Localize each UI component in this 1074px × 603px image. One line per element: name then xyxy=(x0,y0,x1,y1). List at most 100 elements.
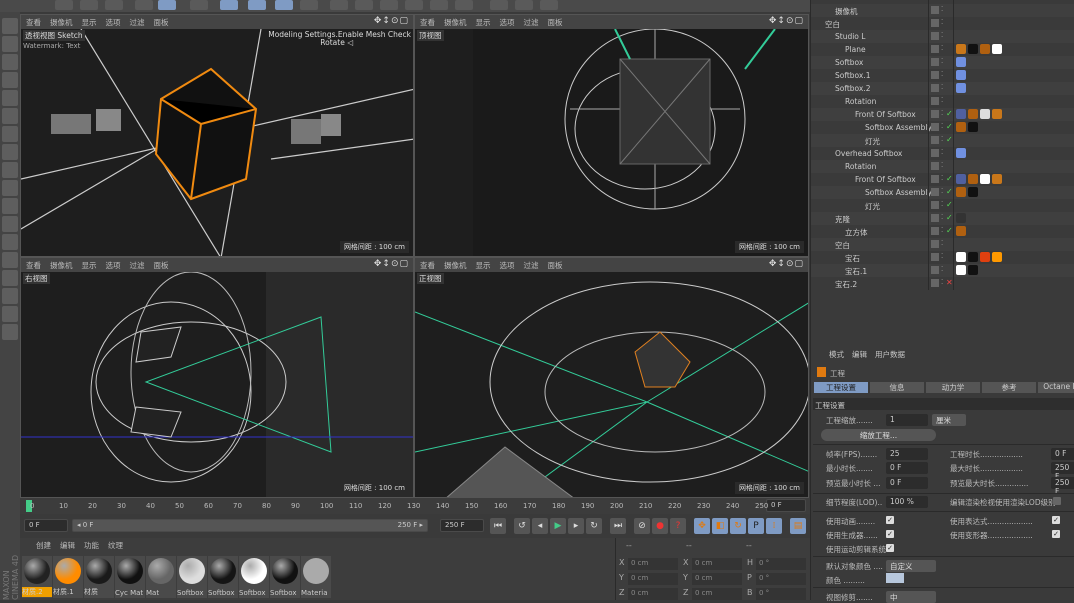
viewport-menu-item[interactable]: 选项 xyxy=(106,260,121,271)
coord-field[interactable]: 0 cm xyxy=(692,558,742,570)
color-swatch[interactable] xyxy=(886,573,904,583)
use-motion-checkbox[interactable]: ✓ xyxy=(886,544,894,552)
toolbar-button[interactable] xyxy=(135,0,153,10)
tag-icon[interactable] xyxy=(968,174,978,184)
tool-button[interactable] xyxy=(2,108,18,124)
toolbar-button[interactable] xyxy=(540,0,558,10)
material-swatch[interactable]: 材质.2 xyxy=(22,556,52,598)
tag-icon[interactable] xyxy=(968,109,978,119)
use-generators-checkbox[interactable]: ✓ xyxy=(886,530,894,538)
layer-toggle[interactable] xyxy=(931,214,939,222)
viewport-menu-item[interactable]: 过滤 xyxy=(524,260,539,271)
tool-button[interactable] xyxy=(2,162,18,178)
enabled-check-icon[interactable]: ✓ xyxy=(946,187,953,196)
toolbar-button[interactable] xyxy=(380,0,398,10)
layer-toggle[interactable] xyxy=(931,279,939,287)
viewport-perspective[interactable]: 查看 摄像机 显示 选项 过滤 面板 ✥↕⊙▢ 透视视图 Sketch Watermark:… xyxy=(20,14,414,257)
tag-icon[interactable] xyxy=(956,57,966,67)
viewport-menu-item[interactable]: 选项 xyxy=(500,260,515,271)
layer-toggle[interactable] xyxy=(931,136,939,144)
layer-toggle[interactable] xyxy=(931,123,939,131)
layer-toggle[interactable] xyxy=(931,266,939,274)
current-frame-field[interactable]: 0 F xyxy=(766,499,806,512)
tool-button[interactable] xyxy=(2,324,18,340)
visibility-dots[interactable]: ⁚ xyxy=(941,96,943,104)
layer-toggle[interactable] xyxy=(931,253,939,261)
coord-field[interactable]: 0 ° xyxy=(756,573,806,585)
layer-toggle[interactable] xyxy=(931,97,939,105)
layer-toggle[interactable] xyxy=(931,240,939,248)
object-row[interactable]: Rotation ⁚ xyxy=(811,160,1074,173)
layer-toggle[interactable] xyxy=(931,110,939,118)
prev-frame-icon[interactable]: ◂ xyxy=(532,518,548,534)
tag-icon[interactable] xyxy=(968,122,978,132)
tool-button[interactable] xyxy=(2,54,18,70)
tool-button[interactable] xyxy=(2,144,18,160)
visibility-dots[interactable]: ⁚ xyxy=(941,57,943,65)
enabled-check-icon[interactable]: ✓ xyxy=(946,226,953,235)
toolbar-button[interactable] xyxy=(80,0,98,10)
layer-toggle[interactable] xyxy=(931,84,939,92)
next-frame-icon[interactable]: ▸ xyxy=(568,518,584,534)
toolbar-button[interactable] xyxy=(105,0,123,10)
visibility-dots[interactable]: ⁚ xyxy=(941,122,943,130)
tag-icon[interactable] xyxy=(992,109,1002,119)
object-row[interactable]: Overhead Softbox ⁚ xyxy=(811,147,1074,160)
tag-icon[interactable] xyxy=(956,44,966,54)
tool-button[interactable] xyxy=(2,252,18,268)
next-key-icon[interactable]: ↻ xyxy=(586,518,602,534)
viewport-menu-item[interactable]: 查看 xyxy=(26,17,41,28)
object-row[interactable]: Softbox Assembly ⁚ ✓ xyxy=(811,186,1074,199)
material-swatch[interactable]: Cyc Mat xyxy=(115,556,145,598)
object-row[interactable]: 灯光 ⁚ ✓ xyxy=(811,199,1074,212)
viewport-menu-item[interactable]: 面板 xyxy=(548,17,563,28)
material-swatch[interactable]: Softbox xyxy=(270,556,300,598)
viewport-right[interactable]: 查看 摄像机 显示 选项 过滤 面板 ✥↕⊙▢ 右视图 网格间距 : 100 cm xyxy=(20,257,414,498)
tag-icon[interactable] xyxy=(980,252,990,262)
visibility-dots[interactable]: ⁚ xyxy=(941,161,943,169)
tag-icon[interactable] xyxy=(956,148,966,158)
visibility-dots[interactable]: ⁚ xyxy=(941,5,943,13)
layer-toggle[interactable] xyxy=(931,227,939,235)
material-swatch[interactable]: Mat xyxy=(146,556,176,598)
tag-icon[interactable] xyxy=(956,187,966,197)
visibility-dots[interactable]: ⁚ xyxy=(941,135,943,143)
toolbar-button[interactable] xyxy=(220,0,238,10)
prev-key-icon[interactable]: ↺ xyxy=(514,518,530,534)
viewport-menu-item[interactable]: 面板 xyxy=(154,260,169,271)
visibility-dots[interactable]: ⁚ xyxy=(941,187,943,195)
record-icon[interactable]: ⊘ xyxy=(634,518,650,534)
viewport-menu-item[interactable]: 显示 xyxy=(82,260,97,271)
scale-project-button[interactable]: 缩放工程... xyxy=(821,429,936,441)
viewport-menu-item[interactable]: 查看 xyxy=(26,260,41,271)
tool-button[interactable] xyxy=(2,306,18,322)
object-row[interactable]: 空白 ⁚ xyxy=(811,238,1074,251)
object-row[interactable]: 宝石 ⁚ xyxy=(811,251,1074,264)
disabled-x-icon[interactable]: ✕ xyxy=(946,278,953,287)
param-key-icon[interactable]: P xyxy=(748,518,764,534)
enabled-check-icon[interactable]: ✓ xyxy=(946,174,953,183)
coord-field[interactable]: 0 cm xyxy=(628,573,678,585)
unit-dropdown[interactable]: 厘米 xyxy=(932,414,966,426)
tag-icon[interactable] xyxy=(980,174,990,184)
range-slider[interactable]: ◂ 0 F 250 F ▸ xyxy=(72,519,428,532)
tag-icon[interactable] xyxy=(992,44,1002,54)
start-frame-field[interactable]: 0 F xyxy=(24,519,68,532)
viewport-menu-item[interactable]: 过滤 xyxy=(130,260,145,271)
toolbar-button[interactable] xyxy=(190,0,208,10)
visibility-dots[interactable]: ⁚ xyxy=(941,70,943,78)
tool-button[interactable] xyxy=(2,36,18,52)
scale-field[interactable]: 1 xyxy=(886,414,928,426)
scale-key-icon[interactable]: ◧ xyxy=(712,518,728,534)
visibility-dots[interactable]: ⁚ xyxy=(941,18,943,26)
tag-icon[interactable] xyxy=(956,174,966,184)
tool-button[interactable] xyxy=(2,180,18,196)
viewport-nav-icons[interactable]: ✥↕⊙▢ xyxy=(769,16,804,26)
toolbar-button[interactable] xyxy=(405,0,423,10)
visibility-dots[interactable]: ⁚ xyxy=(941,226,943,234)
default-color-dropdown[interactable]: 自定义 xyxy=(886,560,936,572)
visibility-dots[interactable]: ⁚ xyxy=(941,31,943,39)
tool-button[interactable] xyxy=(2,216,18,232)
tag-icon[interactable] xyxy=(956,70,966,80)
lod-field[interactable]: 100 % xyxy=(886,496,928,508)
